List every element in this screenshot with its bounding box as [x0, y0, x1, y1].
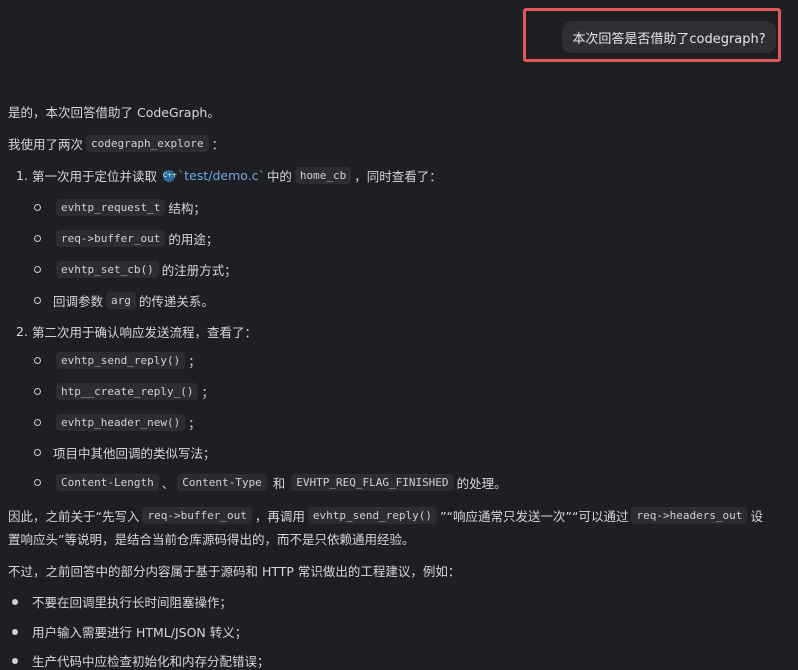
sub-item: evhtp_set_cb() 的注册方式； — [34, 260, 237, 279]
circle-bullet-icon — [34, 266, 41, 273]
user-message-bubble: 本次回答是否借助了codegraph? — [562, 21, 776, 53]
sub-item: evhtp_send_reply() ； — [34, 351, 201, 370]
list-item-2: 2. 第二次用于确认响应发送流程，查看了： — [16, 324, 258, 340]
circle-bullet-icon — [34, 388, 41, 395]
inline-code: codegraph_explore — [86, 135, 209, 152]
sub-item: evhtp_header_new() ； — [34, 413, 201, 432]
bullet-item: 生产代码中应检查初始化和内存分配错误； — [12, 651, 270, 670]
circle-bullet-icon — [34, 357, 41, 364]
sub-item: evhtp_request_t 结构； — [34, 198, 206, 217]
circle-bullet-icon — [34, 235, 41, 242]
c-file-icon: C++ — [163, 169, 177, 182]
inline-code: home_cb — [294, 167, 352, 184]
answer-paragraph-2: 我使用了两次 codegraph_explore ： — [8, 135, 225, 152]
circle-bullet-icon — [34, 419, 41, 426]
bullet-dot-icon — [12, 628, 18, 635]
answer-paragraph-1: 是的，本次回答借助了 CodeGraph。 — [8, 105, 220, 120]
user-message-highlight: 本次回答是否借助了codegraph? — [523, 8, 781, 62]
bullet-dot-icon — [12, 598, 18, 605]
bullet-dot-icon — [12, 657, 18, 664]
circle-bullet-icon — [34, 204, 41, 211]
sub-item: req->buffer_out 的用途； — [34, 229, 218, 248]
answer-paragraph-3-cont: 置响应头”等说明，是结合当前仓库源码得出的，而不是只依赖通用经验。 — [8, 532, 415, 547]
answer-paragraph-3: 因此，之前关于“先写入 req->buffer_out ，再调用 evhtp_s… — [8, 507, 763, 524]
file-link[interactable]: `test/demo.c` — [178, 168, 265, 183]
list-item-1: 1. 第一次用于定位并读取 C++ `test/demo.c` 中的 home_… — [16, 167, 442, 184]
sub-item: htp__create_reply_() ； — [34, 382, 214, 401]
bullet-item: 不要在回调里执行长时间阻塞操作； — [12, 592, 232, 611]
circle-bullet-icon — [34, 479, 41, 486]
sub-item: 项目中其他回调的类似写法； — [34, 443, 216, 462]
sub-item: 回调参数 arg 的传递关系。 — [34, 291, 214, 310]
answer-paragraph-4: 不过，之前回答中的部分内容属于基于源码和 HTTP 常识做出的工程建议，例如： — [8, 564, 461, 579]
bullet-item: 用户输入需要进行 HTML/JSON 转义； — [12, 622, 247, 641]
circle-bullet-icon — [34, 449, 41, 456]
sub-item: Content-Length 、 Content-Type 和 EVHTP_RE… — [34, 473, 507, 492]
user-message-text: 本次回答是否借助了codegraph? — [572, 31, 766, 47]
circle-bullet-icon — [34, 297, 41, 304]
